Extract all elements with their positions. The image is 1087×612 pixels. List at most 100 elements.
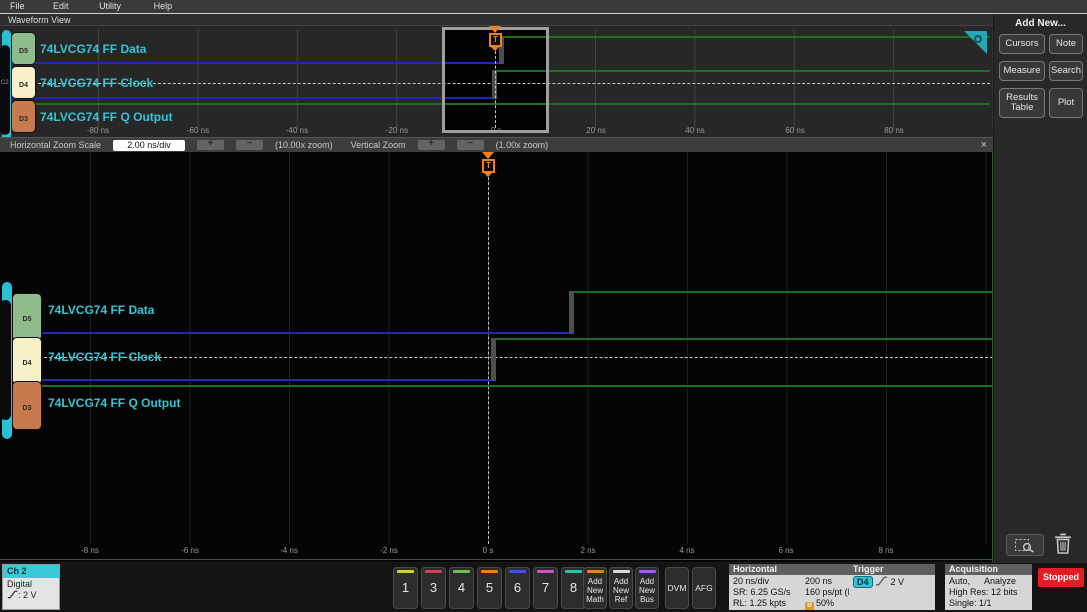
acq-mode: Auto,: [949, 576, 971, 586]
trigger-position-icon: [489, 26, 501, 33]
trigger-line: [488, 177, 489, 544]
channel-6-color: [509, 570, 526, 573]
add-new-ref-button[interactable]: Add New Ref: [609, 567, 633, 609]
add-new-bus-button[interactable]: Add New Bus: [635, 567, 659, 609]
h-position-value: 50%: [816, 598, 835, 608]
results-bar: Add New... Cursors Note Measure Search R…: [994, 14, 1087, 563]
d4-clock-low-trace: [14, 379, 491, 381]
d5-data-high-trace: [503, 36, 990, 38]
menu-file[interactable]: File: [10, 0, 25, 13]
trigger-marker[interactable]: T: [489, 33, 502, 47]
zoom-axis-tick: -2 ns: [380, 546, 398, 555]
acq-single: Single: 1/1: [949, 598, 992, 608]
trigger-position-icon: [482, 152, 494, 159]
channel-5-color: [481, 570, 498, 573]
channel-1-label: 1: [401, 580, 410, 595]
digital-group-handle[interactable]: [0, 45, 10, 135]
zoom-axis-tick: 0 s: [482, 546, 494, 555]
trash-button[interactable]: [1054, 532, 1074, 558]
note-button[interactable]: Note: [1049, 34, 1083, 54]
channel-2-badge[interactable]: Ch 2 Digital : 2 V: [2, 564, 60, 610]
d5-data-high-trace: [574, 291, 992, 293]
trigger-panel[interactable]: Trigger D4 2 V: [849, 564, 935, 610]
channel-tab-d3-label: D3: [22, 405, 32, 412]
v-zoom-label: Vertical Zoom: [350, 140, 406, 150]
zoom-select-button[interactable]: [1006, 534, 1044, 556]
overview-axis-tick: 20 ns: [586, 126, 606, 135]
overview-axis-tick: 80 ns: [884, 126, 904, 135]
trigger-line: [495, 51, 496, 128]
add-new-math-button[interactable]: Add New Math: [583, 567, 607, 609]
afg-button[interactable]: AFG: [692, 567, 716, 609]
zoom-view-gridlines: [0, 152, 992, 544]
v-zoom-readout: (1.00x zoom): [495, 140, 549, 150]
channel-tab-d5-label: D5: [19, 48, 28, 55]
h-scale: 20 ns/div: [733, 576, 770, 586]
channel-name-d4: 74LVCG74 FF Clock: [40, 76, 154, 90]
overview-axis-tick: -60 ns: [186, 126, 210, 135]
channel-5-label: 5: [485, 580, 494, 595]
add-new-title: Add New...: [1015, 18, 1066, 29]
channel-tab-d3[interactable]: D3: [12, 101, 35, 132]
measure-button[interactable]: Measure: [999, 61, 1045, 81]
zoom-view-border: [0, 559, 992, 560]
afg-label: AFG: [695, 583, 713, 593]
channel-tab-d5[interactable]: D5: [13, 294, 41, 340]
v-zoom-plus-button[interactable]: +: [417, 139, 445, 150]
waveform-overview: T C2 D5 D4 D3 74LVCG74 FF Data 74LVCG74 …: [0, 26, 993, 137]
h-zoom-plus-button[interactable]: +: [197, 139, 225, 150]
d4-clock-high-trace: [496, 70, 990, 72]
channel-6-button[interactable]: 6: [505, 567, 530, 609]
menu-utility[interactable]: Utility: [99, 0, 121, 13]
dvm-button[interactable]: DVM: [665, 567, 689, 609]
zoom-scale-bar: Horizontal Zoom Scale 2.00 ns/div + − (1…: [0, 137, 993, 152]
channel-2-threshold: : 2 V: [18, 590, 37, 600]
menu-help[interactable]: Help: [154, 0, 173, 13]
digital-group-handle[interactable]: [0, 300, 11, 420]
h-zoom-scale-input[interactable]: 2.00 ns/div: [113, 139, 186, 151]
zoom-axis-tick: -8 ns: [81, 546, 99, 555]
channel-4-button[interactable]: 4: [449, 567, 474, 609]
channel-tab-d4[interactable]: D4: [12, 67, 35, 98]
channel-1-button[interactable]: 1: [393, 567, 418, 609]
acquisition-panel[interactable]: Acquisition Auto, Analyze High Res: 12 b…: [945, 564, 1032, 610]
waveform-view-tab[interactable]: Waveform View: [0, 14, 993, 26]
h-zoom-minus-button[interactable]: −: [236, 139, 264, 150]
h-zoom-scale-label: Horizontal Zoom Scale: [10, 140, 102, 150]
cursors-button[interactable]: Cursors: [999, 34, 1045, 54]
plot-button[interactable]: Plot: [1049, 88, 1083, 118]
channel-2-title: Ch 2: [3, 565, 59, 578]
threshold-edge-icon: [7, 590, 18, 599]
menu-edit[interactable]: Edit: [53, 0, 69, 13]
horizontal-panel[interactable]: Horizontal 20 ns/div 200 ns SR: 6.25 GS/…: [729, 564, 856, 610]
channel-tab-d3[interactable]: D3: [13, 382, 41, 429]
close-icon[interactable]: ×: [981, 139, 987, 151]
channel-name-d5: 74LVCG74 FF Data: [48, 303, 155, 317]
v-zoom-minus-button[interactable]: −: [456, 139, 484, 150]
results-table-button[interactable]: Results Table: [999, 88, 1045, 118]
channel-tab-d4[interactable]: D4: [13, 338, 41, 384]
rising-edge-icon: [875, 576, 888, 586]
settings-bar: Ch 2 Digital : 2 V 1 3 4 5 6 7 8 Add New…: [0, 563, 1087, 612]
channel-3-label: 3: [429, 580, 438, 595]
math-color: [587, 570, 604, 573]
channel-2-info: Digital : 2 V: [3, 578, 59, 601]
run-state-button[interactable]: Stopped: [1038, 568, 1084, 587]
trigger-title: Trigger: [849, 564, 935, 575]
channel-5-button[interactable]: 5: [477, 567, 502, 609]
overview-axis-tick: -40 ns: [285, 126, 309, 135]
channel-name-d3: 74LVCG74 FF Q Output: [40, 110, 173, 124]
channel-4-label: 4: [457, 580, 466, 595]
trigger-marker[interactable]: T: [482, 159, 495, 173]
channel-3-button[interactable]: 3: [421, 567, 446, 609]
dvm-label: DVM: [667, 583, 687, 593]
channel-tab-d5[interactable]: D5: [12, 33, 35, 64]
d5-data-low-trace: [14, 332, 569, 334]
channel-7-button[interactable]: 7: [533, 567, 558, 609]
h-sample-rate: SR: 6.25 GS/s: [733, 587, 791, 597]
channel-2-mode: Digital: [7, 579, 33, 589]
d5-data-transition: [569, 291, 574, 334]
channel-7-label: 7: [541, 580, 550, 595]
add-new-ref-label: Add New Ref: [612, 577, 629, 604]
search-button[interactable]: Search: [1049, 61, 1083, 81]
